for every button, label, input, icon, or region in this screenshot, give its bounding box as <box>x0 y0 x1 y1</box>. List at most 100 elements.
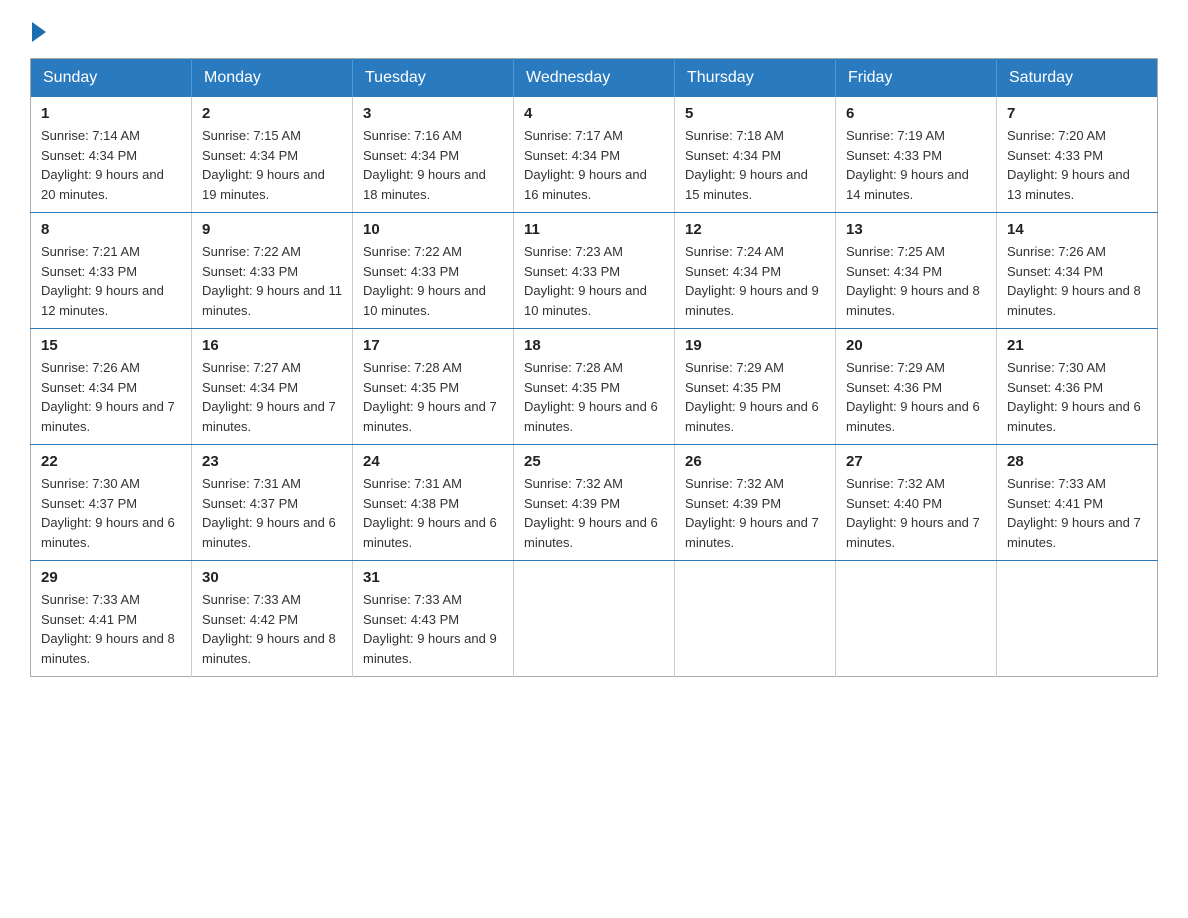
calendar-cell: 29 Sunrise: 7:33 AM Sunset: 4:41 PM Dayl… <box>31 561 192 677</box>
calendar-cell: 19 Sunrise: 7:29 AM Sunset: 4:35 PM Dayl… <box>675 329 836 445</box>
calendar-cell: 15 Sunrise: 7:26 AM Sunset: 4:34 PM Dayl… <box>31 329 192 445</box>
day-number: 24 <box>363 453 503 470</box>
day-info: Sunrise: 7:32 AM Sunset: 4:39 PM Dayligh… <box>524 474 664 552</box>
day-number: 3 <box>363 105 503 122</box>
day-number: 17 <box>363 337 503 354</box>
day-info: Sunrise: 7:33 AM Sunset: 4:41 PM Dayligh… <box>41 590 181 668</box>
day-info: Sunrise: 7:16 AM Sunset: 4:34 PM Dayligh… <box>363 126 503 204</box>
day-number: 14 <box>1007 221 1147 238</box>
calendar-table: SundayMondayTuesdayWednesdayThursdayFrid… <box>30 58 1158 677</box>
day-number: 18 <box>524 337 664 354</box>
calendar-cell: 9 Sunrise: 7:22 AM Sunset: 4:33 PM Dayli… <box>192 213 353 329</box>
calendar-cell: 27 Sunrise: 7:32 AM Sunset: 4:40 PM Dayl… <box>836 445 997 561</box>
day-number: 15 <box>41 337 181 354</box>
day-number: 8 <box>41 221 181 238</box>
calendar-cell: 4 Sunrise: 7:17 AM Sunset: 4:34 PM Dayli… <box>514 97 675 213</box>
day-info: Sunrise: 7:28 AM Sunset: 4:35 PM Dayligh… <box>363 358 503 436</box>
calendar-cell: 21 Sunrise: 7:30 AM Sunset: 4:36 PM Dayl… <box>997 329 1158 445</box>
calendar-cell: 12 Sunrise: 7:24 AM Sunset: 4:34 PM Dayl… <box>675 213 836 329</box>
calendar-cell: 2 Sunrise: 7:15 AM Sunset: 4:34 PM Dayli… <box>192 97 353 213</box>
calendar-header-tuesday: Tuesday <box>353 59 514 98</box>
day-info: Sunrise: 7:33 AM Sunset: 4:41 PM Dayligh… <box>1007 474 1147 552</box>
calendar-cell: 25 Sunrise: 7:32 AM Sunset: 4:39 PM Dayl… <box>514 445 675 561</box>
calendar-cell <box>675 561 836 677</box>
day-number: 29 <box>41 569 181 586</box>
calendar-cell: 5 Sunrise: 7:18 AM Sunset: 4:34 PM Dayli… <box>675 97 836 213</box>
day-number: 19 <box>685 337 825 354</box>
day-number: 25 <box>524 453 664 470</box>
calendar-cell: 1 Sunrise: 7:14 AM Sunset: 4:34 PM Dayli… <box>31 97 192 213</box>
logo <box>30 20 46 40</box>
calendar-cell: 18 Sunrise: 7:28 AM Sunset: 4:35 PM Dayl… <box>514 329 675 445</box>
day-number: 5 <box>685 105 825 122</box>
calendar-cell: 24 Sunrise: 7:31 AM Sunset: 4:38 PM Dayl… <box>353 445 514 561</box>
day-number: 26 <box>685 453 825 470</box>
calendar-cell: 16 Sunrise: 7:27 AM Sunset: 4:34 PM Dayl… <box>192 329 353 445</box>
day-number: 7 <box>1007 105 1147 122</box>
calendar-cell: 3 Sunrise: 7:16 AM Sunset: 4:34 PM Dayli… <box>353 97 514 213</box>
day-number: 16 <box>202 337 342 354</box>
day-number: 27 <box>846 453 986 470</box>
calendar-cell: 23 Sunrise: 7:31 AM Sunset: 4:37 PM Dayl… <box>192 445 353 561</box>
day-info: Sunrise: 7:33 AM Sunset: 4:42 PM Dayligh… <box>202 590 342 668</box>
day-info: Sunrise: 7:33 AM Sunset: 4:43 PM Dayligh… <box>363 590 503 668</box>
logo-arrow-icon <box>32 22 46 42</box>
day-number: 13 <box>846 221 986 238</box>
calendar-header-monday: Monday <box>192 59 353 98</box>
day-number: 1 <box>41 105 181 122</box>
day-info: Sunrise: 7:30 AM Sunset: 4:36 PM Dayligh… <box>1007 358 1147 436</box>
day-info: Sunrise: 7:18 AM Sunset: 4:34 PM Dayligh… <box>685 126 825 204</box>
day-info: Sunrise: 7:14 AM Sunset: 4:34 PM Dayligh… <box>41 126 181 204</box>
day-number: 23 <box>202 453 342 470</box>
day-info: Sunrise: 7:24 AM Sunset: 4:34 PM Dayligh… <box>685 242 825 320</box>
day-number: 9 <box>202 221 342 238</box>
day-number: 28 <box>1007 453 1147 470</box>
calendar-cell: 10 Sunrise: 7:22 AM Sunset: 4:33 PM Dayl… <box>353 213 514 329</box>
day-info: Sunrise: 7:23 AM Sunset: 4:33 PM Dayligh… <box>524 242 664 320</box>
calendar-cell: 6 Sunrise: 7:19 AM Sunset: 4:33 PM Dayli… <box>836 97 997 213</box>
calendar-cell: 26 Sunrise: 7:32 AM Sunset: 4:39 PM Dayl… <box>675 445 836 561</box>
day-info: Sunrise: 7:26 AM Sunset: 4:34 PM Dayligh… <box>41 358 181 436</box>
calendar-cell: 28 Sunrise: 7:33 AM Sunset: 4:41 PM Dayl… <box>997 445 1158 561</box>
calendar-cell: 17 Sunrise: 7:28 AM Sunset: 4:35 PM Dayl… <box>353 329 514 445</box>
day-info: Sunrise: 7:22 AM Sunset: 4:33 PM Dayligh… <box>363 242 503 320</box>
day-number: 12 <box>685 221 825 238</box>
calendar-header-row: SundayMondayTuesdayWednesdayThursdayFrid… <box>31 59 1158 98</box>
day-info: Sunrise: 7:30 AM Sunset: 4:37 PM Dayligh… <box>41 474 181 552</box>
calendar-week-row: 29 Sunrise: 7:33 AM Sunset: 4:41 PM Dayl… <box>31 561 1158 677</box>
calendar-cell: 31 Sunrise: 7:33 AM Sunset: 4:43 PM Dayl… <box>353 561 514 677</box>
day-info: Sunrise: 7:20 AM Sunset: 4:33 PM Dayligh… <box>1007 126 1147 204</box>
day-number: 10 <box>363 221 503 238</box>
day-number: 22 <box>41 453 181 470</box>
day-info: Sunrise: 7:15 AM Sunset: 4:34 PM Dayligh… <box>202 126 342 204</box>
day-info: Sunrise: 7:29 AM Sunset: 4:35 PM Dayligh… <box>685 358 825 436</box>
calendar-cell: 14 Sunrise: 7:26 AM Sunset: 4:34 PM Dayl… <box>997 213 1158 329</box>
calendar-cell: 7 Sunrise: 7:20 AM Sunset: 4:33 PM Dayli… <box>997 97 1158 213</box>
calendar-week-row: 15 Sunrise: 7:26 AM Sunset: 4:34 PM Dayl… <box>31 329 1158 445</box>
calendar-cell <box>514 561 675 677</box>
day-info: Sunrise: 7:31 AM Sunset: 4:37 PM Dayligh… <box>202 474 342 552</box>
calendar-cell: 11 Sunrise: 7:23 AM Sunset: 4:33 PM Dayl… <box>514 213 675 329</box>
day-number: 31 <box>363 569 503 586</box>
calendar-cell <box>836 561 997 677</box>
day-info: Sunrise: 7:26 AM Sunset: 4:34 PM Dayligh… <box>1007 242 1147 320</box>
calendar-header-wednesday: Wednesday <box>514 59 675 98</box>
day-info: Sunrise: 7:25 AM Sunset: 4:34 PM Dayligh… <box>846 242 986 320</box>
day-info: Sunrise: 7:19 AM Sunset: 4:33 PM Dayligh… <box>846 126 986 204</box>
day-info: Sunrise: 7:27 AM Sunset: 4:34 PM Dayligh… <box>202 358 342 436</box>
calendar-week-row: 22 Sunrise: 7:30 AM Sunset: 4:37 PM Dayl… <box>31 445 1158 561</box>
calendar-cell: 30 Sunrise: 7:33 AM Sunset: 4:42 PM Dayl… <box>192 561 353 677</box>
day-info: Sunrise: 7:28 AM Sunset: 4:35 PM Dayligh… <box>524 358 664 436</box>
calendar-cell: 8 Sunrise: 7:21 AM Sunset: 4:33 PM Dayli… <box>31 213 192 329</box>
calendar-header-saturday: Saturday <box>997 59 1158 98</box>
day-info: Sunrise: 7:29 AM Sunset: 4:36 PM Dayligh… <box>846 358 986 436</box>
page-header <box>30 20 1158 40</box>
day-info: Sunrise: 7:32 AM Sunset: 4:39 PM Dayligh… <box>685 474 825 552</box>
calendar-week-row: 1 Sunrise: 7:14 AM Sunset: 4:34 PM Dayli… <box>31 97 1158 213</box>
calendar-cell: 22 Sunrise: 7:30 AM Sunset: 4:37 PM Dayl… <box>31 445 192 561</box>
day-number: 2 <box>202 105 342 122</box>
day-info: Sunrise: 7:22 AM Sunset: 4:33 PM Dayligh… <box>202 242 342 320</box>
calendar-cell: 20 Sunrise: 7:29 AM Sunset: 4:36 PM Dayl… <box>836 329 997 445</box>
day-number: 11 <box>524 221 664 238</box>
calendar-header-sunday: Sunday <box>31 59 192 98</box>
